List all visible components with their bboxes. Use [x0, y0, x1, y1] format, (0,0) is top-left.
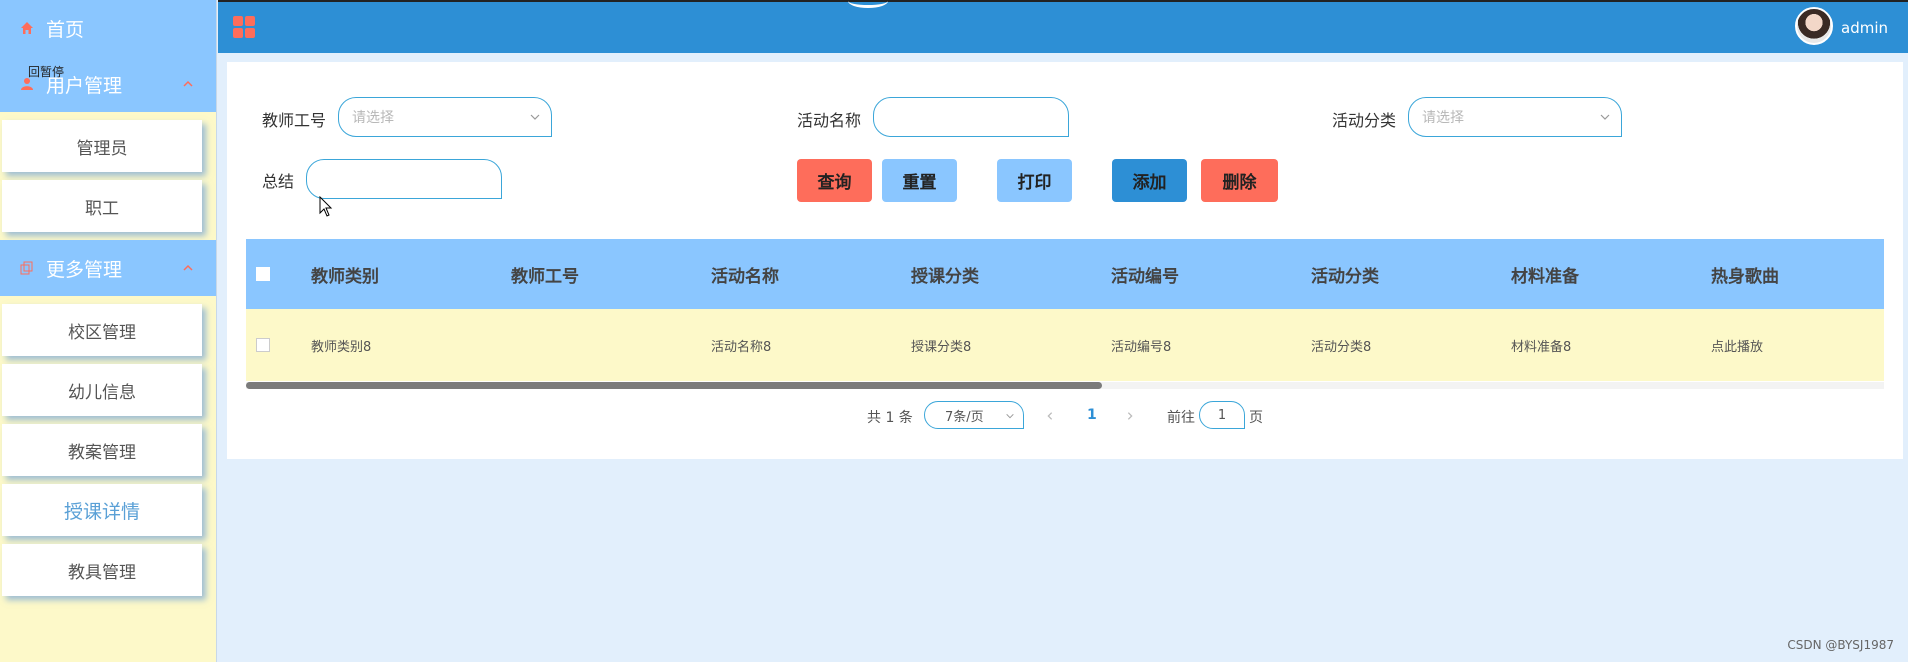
- chevron-down-icon: [530, 114, 540, 120]
- pagination-total: 共 1 条: [867, 410, 913, 426]
- sidebar-item-admin[interactable]: 管理员: [2, 120, 202, 172]
- activity-category-select[interactable]: 请选择: [1408, 97, 1622, 137]
- content-panel: 教师工号 请选择 活动名称 活动分类 请选择 总结 查询 重置 打印 添加 删除…: [227, 62, 1903, 459]
- sidebar-item-children[interactable]: 幼儿信息: [2, 364, 202, 416]
- table-cell: 授课分类8: [911, 339, 972, 355]
- column-header[interactable]: 教师工号: [511, 262, 579, 287]
- sidebar-group-user-management[interactable]: 回暂停 用户管理: [0, 56, 216, 112]
- page-suffix: 页: [1249, 410, 1263, 426]
- table-cell: 教师类别8: [311, 339, 372, 355]
- sidebar-home-label: 首页: [46, 18, 85, 41]
- header-decoration: [848, 0, 888, 8]
- copy-icon: [18, 259, 36, 277]
- column-header[interactable]: 活动分类: [1311, 262, 1379, 287]
- sidebar-item-teaching-aids[interactable]: 教具管理: [2, 544, 202, 596]
- sidebar-group-label: 更多管理: [46, 258, 123, 281]
- teacher-id-select[interactable]: 请选择: [338, 97, 552, 137]
- select-all-checkbox[interactable]: [256, 267, 270, 281]
- horizontal-scrollbar[interactable]: [246, 382, 1884, 389]
- chevron-down-icon: [1600, 114, 1610, 120]
- mouse-cursor-icon: [319, 196, 333, 217]
- table-cell: 活动编号8: [1111, 339, 1172, 355]
- row-checkbox[interactable]: [256, 338, 270, 352]
- grid-icon[interactable]: [232, 15, 256, 39]
- add-button[interactable]: 添加: [1112, 159, 1187, 202]
- overlay-text: 回暂停: [28, 65, 65, 79]
- teacher-id-placeholder: 请选择: [352, 110, 394, 126]
- sidebar-home[interactable]: 首页: [0, 0, 216, 56]
- goto-page-value: 1: [1217, 407, 1227, 423]
- column-header[interactable]: 活动名称: [711, 262, 779, 287]
- data-table: 教师类别 教师工号 活动名称 授课分类 活动编号 活动分类 材料准备 热身歌曲 …: [246, 239, 1884, 381]
- summary-label: 总结: [262, 172, 295, 191]
- table-cell: 活动分类8: [1311, 339, 1372, 355]
- sidebar-item-teaching-details[interactable]: 授课详情: [2, 484, 202, 536]
- home-icon: [18, 19, 36, 37]
- username[interactable]: admin: [1841, 19, 1888, 37]
- chevron-left-icon[interactable]: [1045, 411, 1055, 421]
- query-button[interactable]: 查询: [797, 159, 872, 202]
- summary-input[interactable]: [306, 159, 502, 199]
- chevron-up-icon: [183, 264, 193, 271]
- sidebar-user-items: 管理员 职工: [0, 112, 216, 232]
- page-size-value: 7条/页: [945, 409, 984, 425]
- activity-category-placeholder: 请选择: [1422, 110, 1464, 126]
- table-header: 教师类别 教师工号 活动名称 授课分类 活动编号 活动分类 材料准备 热身歌曲: [246, 239, 1884, 309]
- table-cell: 材料准备8: [1511, 339, 1572, 355]
- column-header[interactable]: 活动编号: [1111, 262, 1179, 287]
- top-bar: admin: [218, 0, 1908, 53]
- chevron-down-icon: [1006, 413, 1014, 419]
- column-header[interactable]: 教师类别: [311, 262, 379, 287]
- delete-button[interactable]: 删除: [1201, 159, 1278, 202]
- reset-button[interactable]: 重置: [882, 159, 957, 202]
- activity-name-label: 活动名称: [797, 111, 862, 130]
- sidebar: 首页 回暂停 用户管理 管理员 职工 更多管理 校区管理 幼儿信息 教案管理 授…: [0, 0, 217, 662]
- sidebar-more-items: 校区管理 幼儿信息 教案管理 授课详情 教具管理: [0, 296, 216, 596]
- chevron-up-icon: [183, 80, 193, 87]
- page-number[interactable]: 1: [1087, 407, 1097, 423]
- sidebar-group-more-management[interactable]: 更多管理: [0, 240, 216, 296]
- goto-label: 前往: [1167, 410, 1195, 426]
- scrollbar-thumb[interactable]: [246, 382, 1102, 389]
- table-row[interactable]: 教师类别8 活动名称8 授课分类8 活动编号8 活动分类8 材料准备8 点此播放: [246, 309, 1884, 381]
- activity-category-label: 活动分类: [1332, 111, 1397, 130]
- avatar[interactable]: [1795, 7, 1833, 45]
- table-cell: 活动名称8: [711, 339, 772, 355]
- teacher-id-label: 教师工号: [262, 111, 327, 130]
- sidebar-item-campus[interactable]: 校区管理: [2, 304, 202, 356]
- page-size-select[interactable]: 7条/页: [924, 401, 1024, 429]
- print-button[interactable]: 打印: [997, 159, 1072, 202]
- sidebar-item-staff[interactable]: 职工: [2, 180, 202, 232]
- chevron-right-icon[interactable]: [1125, 411, 1135, 421]
- play-link[interactable]: 点此播放: [1711, 336, 1763, 355]
- activity-name-input[interactable]: [873, 97, 1069, 137]
- watermark: CSDN @BYSJ1987: [1787, 638, 1894, 652]
- column-header[interactable]: 材料准备: [1511, 262, 1579, 287]
- sidebar-item-lesson-plans[interactable]: 教案管理: [2, 424, 202, 476]
- goto-page-input[interactable]: 1: [1199, 401, 1245, 429]
- column-header[interactable]: 热身歌曲: [1711, 262, 1779, 287]
- column-header[interactable]: 授课分类: [911, 262, 979, 287]
